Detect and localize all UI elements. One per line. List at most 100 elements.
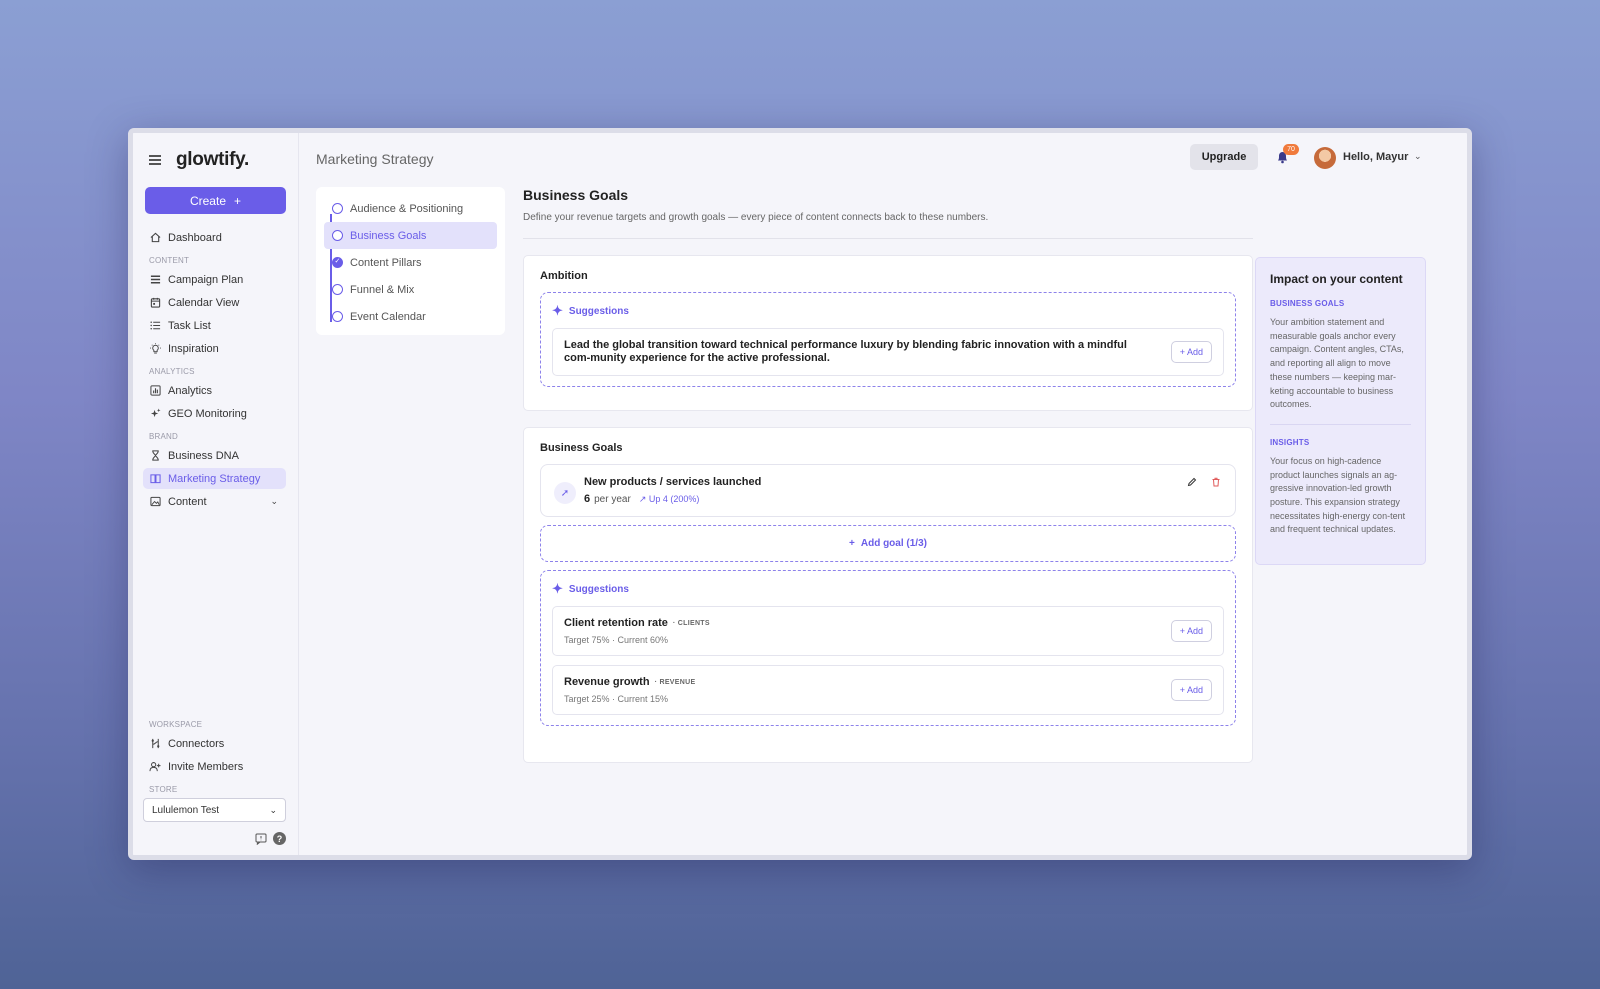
nav: Dashboard CONTENT Campaign Plan Calendar… (143, 227, 288, 512)
step-circle-icon (332, 311, 343, 322)
page-title: Marketing Strategy (316, 151, 434, 167)
avatar[interactable] (1314, 147, 1336, 169)
impact-panel: Impact on your content BUSINESS GOALS Yo… (1255, 257, 1426, 565)
section-store-label: STORE (149, 785, 178, 794)
ambition-title: Ambition (540, 270, 588, 282)
sidebar-item-inspiration[interactable]: Inspiration (143, 338, 286, 359)
edit-icon[interactable] (1187, 477, 1197, 490)
chevron-down-icon[interactable]: ⌄ (1414, 151, 1422, 162)
section-analytics-label: ANALYTICS (149, 367, 195, 376)
goal-actions (1187, 477, 1221, 490)
add-label: Add (1186, 626, 1203, 636)
sidebar-item-connectors[interactable]: Connectors (143, 733, 286, 754)
sidebar-item-geo-monitoring[interactable]: GEO Monitoring (143, 403, 286, 424)
impact-insights-label: INSIGHTS (1270, 437, 1310, 447)
section-content-label: CONTENT (149, 256, 190, 265)
goal-value: 6 (584, 493, 591, 505)
impact-goals-label: BUSINESS GOALS (1270, 299, 1345, 308)
invite-icon (149, 761, 161, 773)
step-label: Content Pillars (350, 256, 422, 269)
goal-name: New products / services launched (584, 476, 762, 488)
rocket-icon: ➚ (554, 482, 576, 504)
feedback-icon[interactable] (254, 832, 267, 845)
add-label: Add (1186, 685, 1203, 695)
impact-insights-text: Your focus on high-cadence product launc… (1270, 455, 1406, 535)
sidebar-bottom: WORKSPACE Connectors Invite Members STOR… (143, 712, 288, 845)
sidebar-item-invite-members[interactable]: Invite Members (143, 756, 286, 777)
sidebar-item-label: Dashboard (168, 231, 222, 244)
sidebar-item-dashboard[interactable]: Dashboard (143, 227, 286, 248)
add-ambition-button[interactable]: + Add (1170, 341, 1212, 363)
sidebar-item-analytics[interactable]: Analytics (143, 380, 286, 401)
sidebar-item-task-list[interactable]: Task List (143, 315, 286, 336)
sparkle-icon: ✦ (552, 303, 563, 318)
goal-unit: per year (594, 493, 631, 505)
sidebar-item-content[interactable]: Content ⌄ (143, 491, 286, 512)
sidebar-item-calendar-view[interactable]: Calendar View (143, 292, 286, 313)
help-row: ? (143, 832, 288, 845)
notification-badge: 70 (1283, 144, 1299, 155)
sidebar-item-business-dna[interactable]: Business DNA (143, 445, 286, 466)
logo: glowtify. (176, 149, 249, 170)
user-greeting[interactable]: Hello, Mayur (1343, 151, 1408, 163)
add-suggestion-button[interactable]: + Add (1170, 620, 1212, 642)
step-business-goals[interactable]: Business Goals (324, 222, 497, 249)
step-circle-icon (332, 284, 343, 295)
hamburger-icon[interactable] (149, 155, 161, 165)
sidebar: glowtify. Create + Dashboard CONTENT Cam… (133, 133, 299, 855)
business-goals-card: Business Goals ➚ New products / services… (523, 427, 1253, 763)
store-select[interactable]: Lululemon Test ⌄ (143, 798, 286, 822)
hourglass-icon (149, 450, 161, 462)
sidebar-item-label: Connectors (168, 737, 225, 750)
goal-suggestion: Client retention rate · CLIENTS Target 7… (552, 606, 1224, 656)
suggestions-label: Suggestions (568, 583, 629, 595)
book-icon (149, 473, 161, 485)
step-event-calendar[interactable]: Event Calendar (324, 303, 497, 330)
step-audience-positioning[interactable]: Audience & Positioning (324, 195, 497, 222)
create-button[interactable]: Create + (145, 187, 286, 214)
step-check-icon (332, 257, 343, 268)
add-suggestion-button[interactable]: + Add (1170, 679, 1212, 701)
suggestion-title: Client retention rate · CLIENTS (564, 617, 710, 629)
plus-icon: + (234, 193, 242, 208)
step-label: Audience & Positioning (350, 202, 464, 215)
add-goal-label: Add goal (1/3) (860, 538, 927, 549)
main-content: Business Goals Define your revenue targe… (523, 187, 1253, 763)
suggestion-title: Revenue growth · REVENUE (564, 676, 695, 688)
sidebar-item-label: Task List (168, 319, 211, 332)
step-funnel-mix[interactable]: Funnel & Mix (324, 276, 497, 303)
goal-suggestions: ✦ Suggestions Client retention rate · CL… (540, 570, 1236, 726)
step-label: Business Goals (350, 229, 427, 242)
impact-goals-text: Your ambition statement and measurable g… (1270, 317, 1404, 410)
suggestion-tag-text: CLIENTS (677, 619, 710, 627)
sidebar-item-label: Business DNA (168, 449, 239, 462)
step-content-pillars[interactable]: Content Pillars (324, 249, 497, 276)
home-icon (149, 232, 161, 244)
upgrade-button[interactable]: Upgrade (1190, 144, 1258, 170)
suggestion-meta: Target 75% · Current 60% (564, 635, 669, 645)
ambition-suggestion: Lead the global transition toward techni… (552, 328, 1224, 376)
suggestions-label: Suggestions (568, 305, 629, 317)
business-goals-title: Business Goals (540, 442, 623, 454)
chart-icon (149, 385, 161, 397)
goal-trend: ↗ Up 4 (200%) (638, 493, 700, 504)
sidebar-item-marketing-strategy[interactable]: Marketing Strategy (143, 468, 286, 489)
impact-title: Impact on your content (1270, 272, 1403, 286)
suggestion-meta: Target 25% · Current 15% (564, 694, 669, 704)
sidebar-item-label: Content (168, 495, 207, 508)
sparkle-icon: ✦ (552, 581, 563, 596)
chevron-down-icon: ⌄ (269, 804, 277, 815)
chevron-down-icon[interactable]: ⌄ (270, 496, 278, 507)
divider (1270, 423, 1411, 425)
step-circle-icon (332, 230, 343, 241)
sidebar-item-campaign-plan[interactable]: Campaign Plan (143, 269, 286, 290)
trash-icon[interactable] (1211, 477, 1221, 490)
goal-meta: 6 per year ↗ Up 4 (200%) (584, 493, 761, 505)
image-icon (149, 496, 161, 508)
help-icon[interactable]: ? (273, 832, 286, 845)
suggestion-name: Revenue growth (564, 676, 650, 688)
section-subtitle: Define your revenue targets and growth g… (523, 212, 989, 223)
plus-icon: + (849, 538, 855, 549)
add-goal-button[interactable]: + Add goal (1/3) (540, 525, 1236, 562)
topbar: Marketing Strategy Upgrade 70 Hello, May… (299, 133, 1467, 187)
